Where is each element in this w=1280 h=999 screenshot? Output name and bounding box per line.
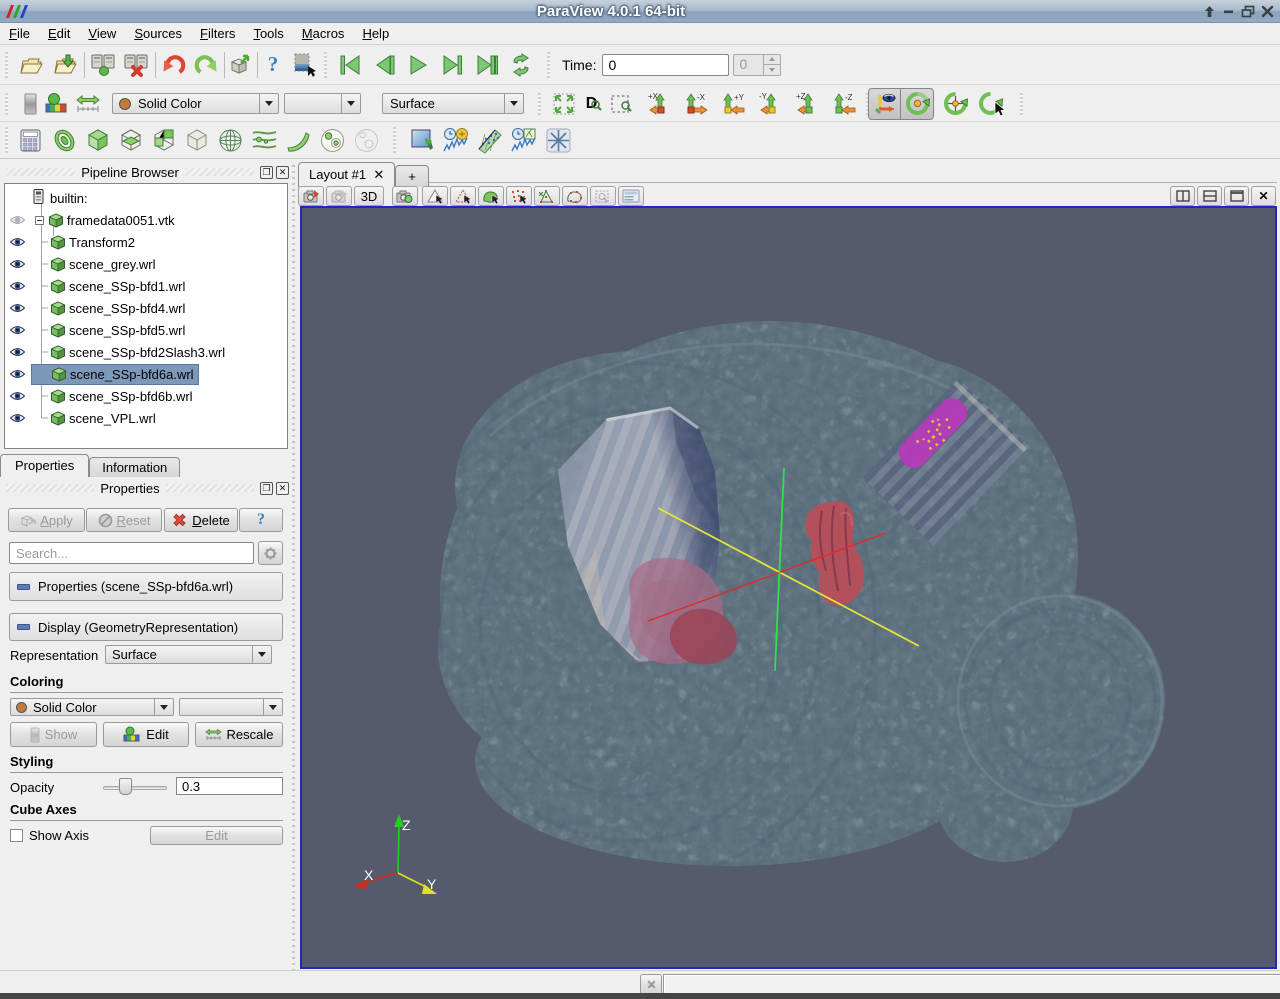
svg-text:-X: -X [697, 93, 706, 102]
svg-text:Y: Y [427, 876, 437, 892]
svg-text:-Z: -Z [845, 93, 853, 102]
svg-text:-Y: -Y [759, 92, 768, 101]
svg-text:Z: Z [402, 817, 411, 833]
svg-text:+Y: +Y [734, 93, 745, 102]
svg-text:X: X [364, 867, 374, 883]
